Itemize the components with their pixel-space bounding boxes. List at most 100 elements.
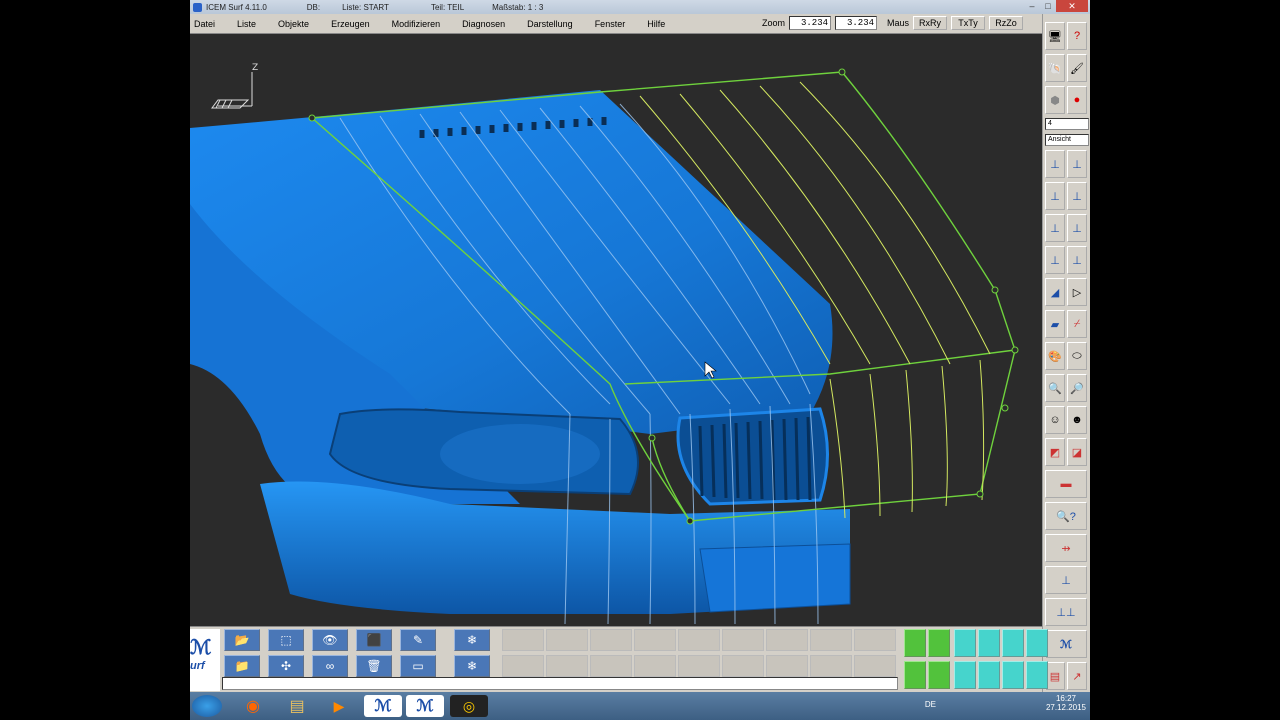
3d-viewport[interactable]: Z	[190, 34, 1042, 626]
minimize-icon[interactable]: –	[1024, 0, 1040, 12]
cube-view-icon[interactable]: ⬚	[268, 629, 304, 651]
menu-datei[interactable]: Datei	[194, 19, 215, 29]
rxry-button[interactable]: RxRy	[913, 16, 948, 30]
graph-icon[interactable]: ⊥	[1045, 566, 1087, 594]
snowflake-icon[interactable]: ❄	[454, 629, 490, 651]
arrow-tool-icon[interactable]: ↗	[1067, 662, 1087, 690]
eraser-icon[interactable]: ▰	[1045, 310, 1065, 338]
clip-icon[interactable]: ⌿	[1067, 310, 1087, 338]
empty-slot[interactable]	[854, 629, 896, 651]
menu-modifizieren[interactable]: Modifizieren	[392, 19, 441, 29]
points-tool-4[interactable]	[1026, 661, 1048, 689]
surface-tool-3[interactable]	[904, 661, 926, 689]
empty-slot[interactable]	[810, 655, 852, 677]
empty-slot[interactable]	[722, 655, 764, 677]
layer-combo[interactable]: 4	[1045, 118, 1089, 130]
frame-icon[interactable]: ▬	[1045, 470, 1087, 498]
icem-task-2-icon[interactable]: ℳ	[406, 695, 444, 717]
empty-slot[interactable]	[546, 629, 588, 651]
brush-icon[interactable]: 🖌	[1067, 54, 1087, 82]
axes-icon[interactable]: ⊥⊥	[1045, 598, 1087, 626]
view-iso1-icon[interactable]: ⊥	[1045, 214, 1065, 242]
view-yx-icon[interactable]: ⊥	[1045, 182, 1065, 210]
curve-tool-4[interactable]	[978, 661, 1000, 689]
glasses-icon[interactable]: ∞	[312, 655, 348, 677]
empty-slot[interactable]	[766, 655, 808, 677]
view-combo[interactable]: Ansicht	[1045, 134, 1089, 146]
flashlight-icon[interactable]: ▷	[1067, 278, 1087, 306]
zoom-in-icon[interactable]: 🔎	[1067, 374, 1087, 402]
surface-tool-2[interactable]	[928, 629, 950, 657]
menu-fenster[interactable]: Fenster	[595, 19, 626, 29]
empty-slot[interactable]	[502, 629, 544, 651]
start-button[interactable]	[192, 695, 222, 717]
help-icon[interactable]: ?	[1067, 22, 1087, 50]
eye-icon[interactable]: 👁	[312, 629, 348, 651]
close-icon[interactable]: ✕	[1056, 0, 1088, 12]
empty-slot[interactable]	[546, 655, 588, 677]
menu-objekte[interactable]: Objekte	[278, 19, 309, 29]
explorer-icon[interactable]: ▤	[278, 695, 316, 717]
curve-arrow-icon[interactable]: ⇸	[1045, 534, 1087, 562]
empty-slot[interactable]	[634, 629, 676, 651]
empty-slot[interactable]	[722, 629, 764, 651]
label-icon[interactable]: ▭	[400, 655, 436, 677]
view-zy-icon[interactable]: ⊥	[1067, 150, 1087, 178]
menu-darstellung[interactable]: Darstellung	[527, 19, 573, 29]
paint-icon[interactable]: 🎨	[1045, 342, 1065, 370]
empty-slot[interactable]	[810, 629, 852, 651]
zoom-out-icon[interactable]: 🔍	[1045, 374, 1065, 402]
speaker-app-icon[interactable]: ◎	[450, 695, 488, 717]
menu-diagnosen[interactable]: Diagnosen	[462, 19, 505, 29]
view-iso4-icon[interactable]: ⊥	[1067, 246, 1087, 274]
curve-tool-3[interactable]	[954, 661, 976, 689]
empty-slot[interactable]	[502, 655, 544, 677]
shading-icon[interactable]: ◩	[1045, 438, 1065, 466]
surface-tool-1[interactable]	[904, 629, 926, 657]
red-sphere-icon[interactable]: ●	[1067, 86, 1087, 114]
curve-edit-icon[interactable]: ◪	[1067, 438, 1087, 466]
snowflake-red-icon[interactable]: ❄	[454, 655, 490, 677]
transform-icon[interactable]: ✣	[268, 655, 304, 677]
cylinder-icon[interactable]: ⬭	[1067, 342, 1087, 370]
curve-tool-1[interactable]	[954, 629, 976, 657]
empty-slot[interactable]	[678, 655, 720, 677]
points-tool-1[interactable]	[1002, 629, 1024, 657]
maximize-icon[interactable]: □	[1040, 0, 1056, 12]
language-indicator[interactable]: DE	[925, 700, 936, 709]
cubes-icon[interactable]: ⬛	[356, 629, 392, 651]
perspective-icon[interactable]: ◢	[1045, 278, 1065, 306]
menu-liste[interactable]: Liste	[237, 19, 256, 29]
hexagon-icon[interactable]: ⬢	[1045, 86, 1065, 114]
empty-slot[interactable]	[766, 629, 808, 651]
empty-slot[interactable]	[590, 629, 632, 651]
rzzo-button[interactable]: RzZo	[989, 16, 1024, 30]
shell-icon[interactable]: 🐚	[1045, 54, 1065, 82]
points-tool-3[interactable]	[1002, 661, 1024, 689]
media-player-icon[interactable]: ▶	[320, 695, 358, 717]
icem-task-1-icon[interactable]: ℳ	[364, 695, 402, 717]
smiley-icon[interactable]: ☺	[1045, 406, 1065, 434]
folder-icon[interactable]: 📁	[224, 655, 260, 677]
empty-slot[interactable]	[854, 655, 896, 677]
empty-slot[interactable]	[590, 655, 632, 677]
zoom-field-1[interactable]: 3.234	[789, 16, 832, 30]
trash-icon[interactable]: 🗑	[356, 655, 392, 677]
curve-tool-2[interactable]	[978, 629, 1000, 657]
doc-icon[interactable]: ▤	[1045, 662, 1065, 690]
view-iso2-icon[interactable]: ⊥	[1067, 214, 1087, 242]
smiley-oval-icon[interactable]: ☻	[1067, 406, 1087, 434]
open-folder-icon[interactable]: 📂	[224, 629, 260, 651]
query-icon[interactable]: 🔍?	[1045, 502, 1087, 530]
menu-hilfe[interactable]: Hilfe	[647, 19, 665, 29]
txty-button[interactable]: TxTy	[951, 16, 986, 30]
surface-tool-4[interactable]	[928, 661, 950, 689]
view-xy-icon[interactable]: ⊥	[1067, 182, 1087, 210]
screen-tool-icon[interactable]: 🖥	[1045, 22, 1065, 50]
view-zx-icon[interactable]: ⊥	[1045, 150, 1065, 178]
pencil-icon[interactable]: ✎	[400, 629, 436, 651]
firefox-icon[interactable]: ◉	[234, 695, 272, 717]
empty-slot[interactable]	[634, 655, 676, 677]
points-tool-2[interactable]	[1026, 629, 1048, 657]
view-iso3-icon[interactable]: ⊥	[1045, 246, 1065, 274]
